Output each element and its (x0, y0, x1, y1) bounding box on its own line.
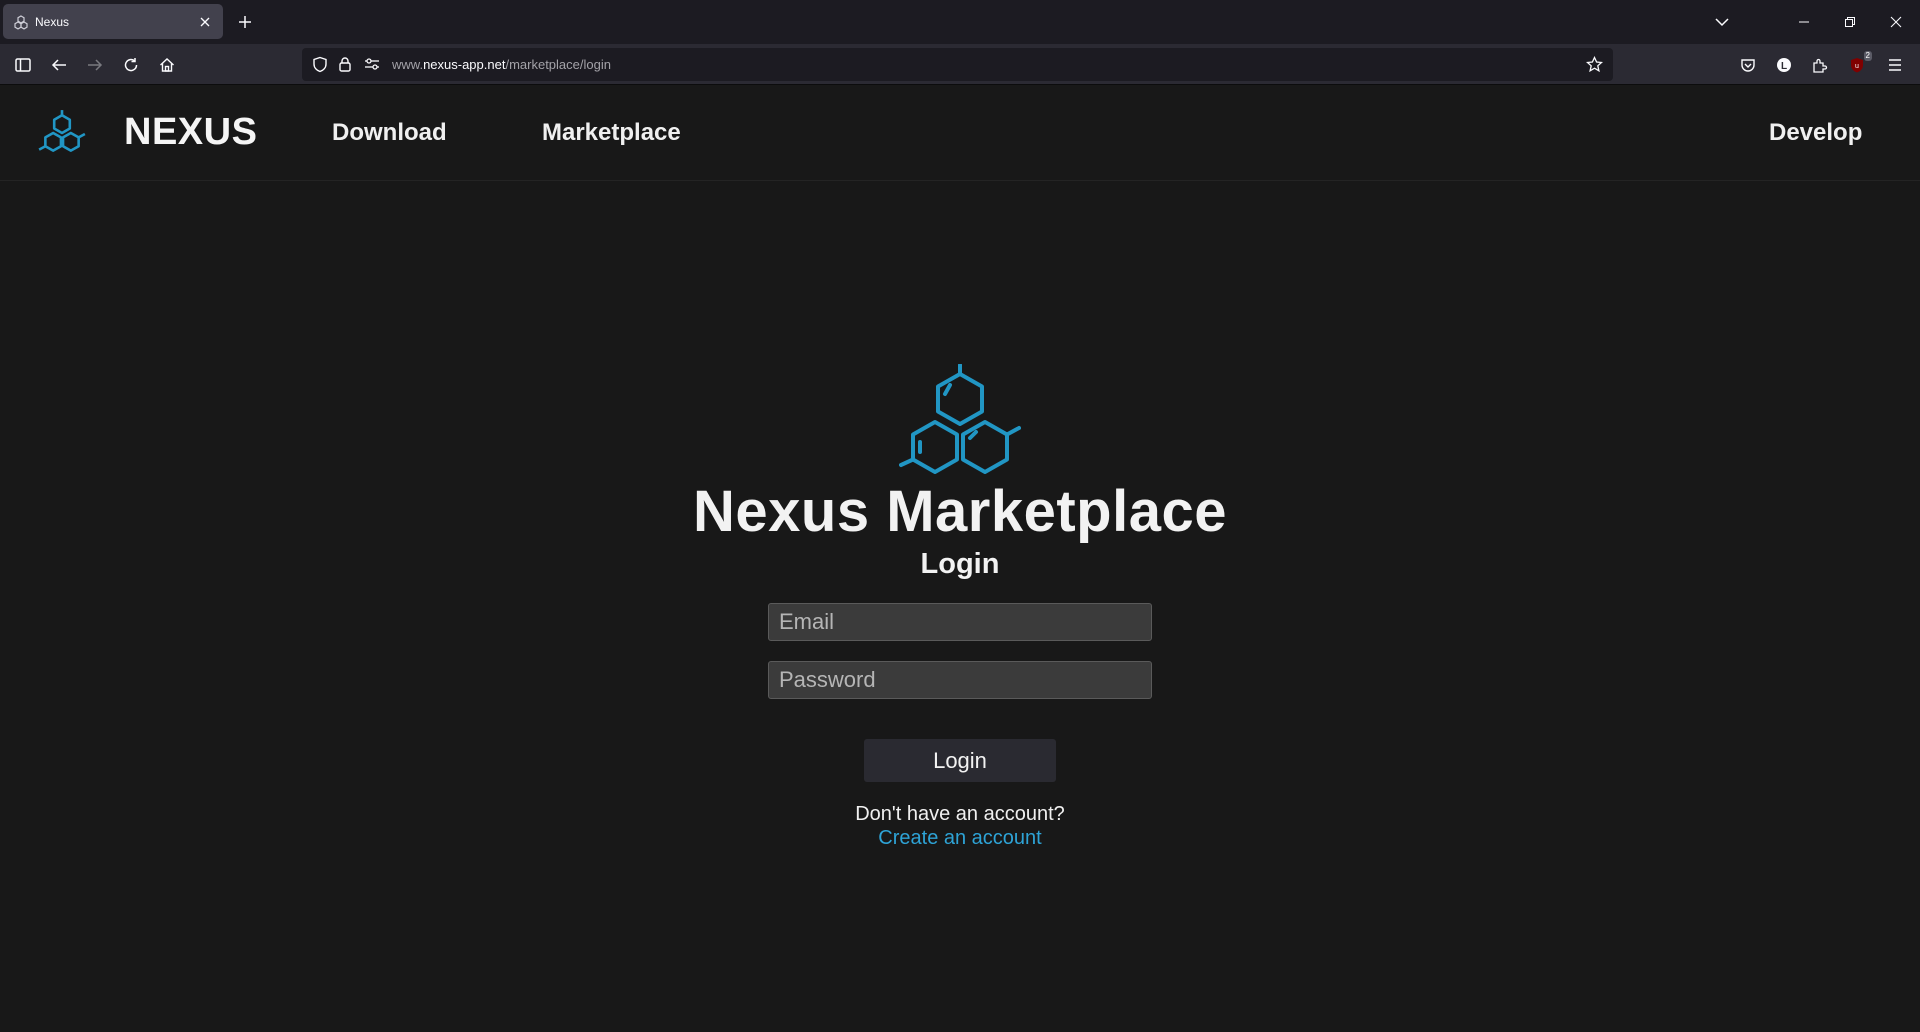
permissions-icon[interactable] (364, 57, 380, 76)
tab-title: Nexus (35, 14, 70, 29)
account-avatar-icon[interactable]: L (1773, 54, 1795, 76)
ublock-extension-icon[interactable]: u 2 (1846, 51, 1872, 76)
close-window-icon[interactable] (1884, 10, 1908, 34)
password-field[interactable] (768, 661, 1152, 699)
svg-text:u: u (1855, 63, 1859, 70)
address-bar[interactable]: www.nexus-app.net/marketplace/login (302, 48, 1613, 81)
lock-icon[interactable] (338, 56, 352, 77)
pocket-icon[interactable] (1737, 54, 1759, 76)
sidebar-toggle-icon[interactable] (12, 54, 34, 76)
nav-marketplace[interactable]: Marketplace (542, 119, 681, 147)
new-tab-plus-icon[interactable] (235, 12, 255, 32)
browser-toolbar: www.nexus-app.net/marketplace/login L u … (0, 44, 1920, 85)
list-all-tabs-chevron-icon[interactable] (1710, 10, 1734, 34)
forward-arrow-icon[interactable] (84, 54, 106, 76)
extension-badge: 2 (1863, 51, 1872, 61)
nexus-marketplace-logo-icon (899, 364, 1021, 474)
extensions-puzzle-icon[interactable] (1809, 54, 1831, 76)
create-account-link-text[interactable]: Create an account (878, 827, 1041, 849)
tab-close-icon[interactable] (197, 14, 213, 30)
site-header: NEXUS Download Marketplace Develop (0, 85, 1920, 181)
email-field[interactable] (768, 603, 1152, 641)
nav-develop[interactable]: Develop (1769, 119, 1862, 147)
url-text[interactable]: www.nexus-app.net/marketplace/login (392, 57, 611, 72)
nexus-favicon-icon (13, 14, 29, 30)
brand-name[interactable]: NEXUS (124, 111, 257, 154)
svg-text:L: L (1781, 61, 1787, 72)
no-account-text: Don't have an account? (855, 803, 1065, 825)
browser-tab-bar: Nexus (0, 0, 1920, 44)
restore-window-icon[interactable] (1838, 10, 1862, 34)
back-arrow-icon[interactable] (48, 54, 70, 76)
minimize-window-icon[interactable] (1792, 10, 1816, 34)
nav-download[interactable]: Download (332, 119, 447, 147)
reload-icon[interactable] (120, 54, 142, 76)
page-title: Nexus Marketplace (693, 479, 1227, 544)
home-icon[interactable] (156, 54, 178, 76)
nexus-logo-icon[interactable] (36, 108, 88, 160)
create-account-link: Create an account (0, 827, 1920, 850)
tracking-protection-shield-icon[interactable] (312, 56, 328, 78)
bookmark-star-icon[interactable] (1585, 55, 1604, 78)
login-button[interactable]: Login (864, 739, 1056, 782)
page-subtitle: Login (920, 548, 1000, 580)
hamburger-menu-icon[interactable] (1884, 54, 1906, 76)
browser-tab[interactable]: Nexus (3, 4, 223, 39)
